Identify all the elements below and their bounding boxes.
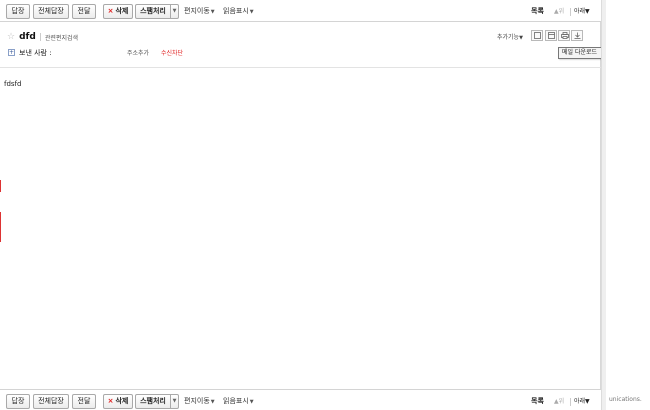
move-label: 편지이동 [184,397,210,405]
chevron-down-icon: ▼ [249,9,254,15]
mail-view: 답장 전체답장 전달 × 삭제 스팸처리 ▼ 편지이동▼ 읽음표시▼ 목록 ▲위 … [0,0,601,410]
delete-label: 삭제 [115,7,129,15]
spam-button-group: 스팸처리 ▼ [135,394,179,409]
related-search-link[interactable]: 관련편지검색 [45,33,78,42]
mark-label: 읽음표시 [223,397,249,405]
divider [39,33,41,41]
download-icon [574,32,581,39]
down-arrow-icon: ▼ [585,398,590,405]
chevron-down-icon: ▼ [210,399,215,405]
edge-marker [0,180,1,192]
right-pane: unications. [601,0,650,410]
subject-row: ☆ dfd 관련편지검색 [7,31,78,43]
close-icon: × [107,7,114,15]
edge-marker [0,212,1,242]
next-label: 아래 [574,8,586,15]
prev-mail-link[interactable]: ▲위 [554,394,564,409]
new-window-button[interactable] [545,30,557,41]
spam-button[interactable]: 스팸처리 [135,4,171,19]
list-link[interactable]: 목록 [531,4,544,19]
reply-button[interactable]: 답장 [6,4,30,19]
spam-dropdown-button[interactable]: ▼ [171,394,179,409]
forward-button[interactable]: 전달 [72,394,96,409]
next-label: 아래 [574,398,586,405]
delete-button[interactable]: × 삭제 [103,394,133,409]
sender-row: + 보낸 사람 : [8,47,52,58]
delete-label: 삭제 [115,397,129,405]
move-label: 편지이동 [184,7,210,15]
mark-menu[interactable]: 읽음표시▼ [223,394,254,410]
bottom-toolbar: 답장 전체답장 전달 × 삭제 스팸처리 ▼ 편지이동▼ 읽음표시▼ 목록 ▲위 … [0,389,601,410]
prev-mail-link[interactable]: ▲위 [554,4,564,19]
down-arrow-icon: ▼ [585,8,590,15]
chevron-down-icon: ▼ [172,8,177,14]
download-tooltip: 메일 다운로드 [558,47,607,59]
chevron-down-icon: ▼ [249,399,254,405]
next-mail-link[interactable]: 아래▼ [574,394,590,409]
move-menu[interactable]: 편지이동▼ [184,4,215,20]
mark-menu[interactable]: 읽음표시▼ [223,4,254,20]
spam-dropdown-button[interactable]: ▼ [171,4,179,19]
header-divider [0,67,601,68]
prev-label: 위 [558,8,565,15]
footer-text: unications. [609,396,642,403]
view-button[interactable] [531,30,543,41]
spam-button[interactable]: 스팸처리 [135,394,171,409]
block-receive-link[interactable]: 수신차단 [161,48,183,57]
close-icon: × [107,397,114,405]
delete-button[interactable]: × 삭제 [103,4,133,19]
mail-body: fdsfd [4,80,22,88]
divider [570,398,571,406]
chevron-down-icon: ▼ [210,9,215,15]
print-button[interactable] [558,30,570,41]
sender-label: 보낸 사람 : [19,48,52,57]
star-icon[interactable]: ☆ [7,32,15,42]
reply-all-button[interactable]: 전체답장 [33,4,69,19]
add-address-link[interactable]: 주소추가 [127,48,149,57]
download-button[interactable] [571,30,583,41]
reply-button[interactable]: 답장 [6,394,30,409]
window-icon [548,32,555,39]
spam-button-group: 스팸처리 ▼ [135,4,179,19]
next-mail-link[interactable]: 아래▼ [574,4,590,19]
print-icon [561,32,569,39]
view-icon [534,32,541,39]
top-toolbar: 답장 전체답장 전달 × 삭제 스팸처리 ▼ 편지이동▼ 읽음표시▼ 목록 ▲위 … [0,0,601,22]
divider [570,8,571,16]
mark-label: 읽음표시 [223,7,249,15]
mail-subject: dfd [19,32,36,42]
reply-all-button[interactable]: 전체답장 [33,394,69,409]
scrollbar[interactable] [601,0,606,410]
chevron-down-icon: ▼ [519,35,523,41]
forward-button[interactable]: 전달 [72,4,96,19]
plus-icon[interactable]: + [8,49,15,56]
extra-functions-label: 추가기능 [497,34,520,41]
extra-functions-menu[interactable]: 추가기능▼ [497,32,523,41]
chevron-down-icon: ▼ [172,398,177,404]
move-menu[interactable]: 편지이동▼ [184,394,215,410]
prev-label: 위 [558,398,565,405]
list-link[interactable]: 목록 [531,394,544,409]
